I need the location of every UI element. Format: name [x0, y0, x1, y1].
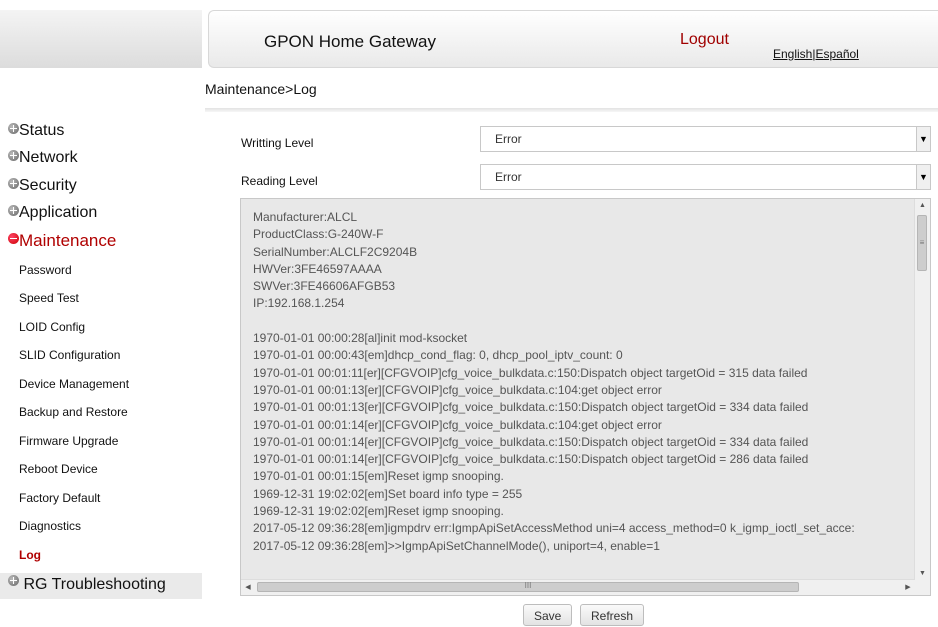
- sidebar-group-security[interactable]: Security: [8, 177, 77, 195]
- vertical-scrollbar[interactable]: ▲ ≡ ▼: [914, 199, 930, 581]
- sidebar-group-rg-troubleshooting[interactable]: RG Troubleshooting: [0, 573, 202, 599]
- scroll-up-icon[interactable]: ▲: [915, 199, 930, 213]
- app-title: GPON Home Gateway: [264, 32, 436, 51]
- log-line: 2017-05-12 09:36:28[em]>>IgmpApiSetChann…: [253, 538, 660, 553]
- log-line: HWVer:3FE46597AAAA: [253, 261, 382, 276]
- sidebar-group-label: Security: [19, 177, 77, 194]
- log-line: 1970-01-01 00:00:28[al]init mod-ksocket: [253, 331, 468, 346]
- log-line: 2017-05-12 09:36:28[em]igmpdrv err:IgmpA…: [253, 521, 855, 536]
- sidebar-item-reboot-device[interactable]: Reboot Device: [0, 455, 202, 483]
- horizontal-scrollbar[interactable]: ◀ III ▶: [241, 579, 915, 595]
- lang-espanol-link[interactable]: Español: [815, 47, 858, 61]
- log-line: 1970-01-01 00:01:13[er][CFGVOIP]cfg_voic…: [253, 400, 809, 415]
- scroll-down-icon[interactable]: ▼: [915, 567, 930, 581]
- writing-level-select[interactable]: Error ▼: [480, 126, 931, 152]
- log-line: Manufacturer:ALCL: [253, 210, 358, 224]
- sidebar-item-backup-restore[interactable]: Backup and Restore: [0, 398, 202, 426]
- horizontal-scroll-thumb[interactable]: III: [257, 582, 799, 592]
- expand-icon: [8, 575, 19, 586]
- sidebar-group-maintenance[interactable]: Maintenance: [8, 232, 116, 250]
- expand-icon: [8, 123, 19, 134]
- log-line: SWVer:3FE46606AFGB53: [253, 279, 396, 294]
- log-line: 1970-01-01 00:01:11[er][CFGVOIP]cfg_voic…: [253, 365, 808, 380]
- chevron-down-icon: ▼: [916, 127, 930, 151]
- log-line: 1970-01-01 00:01:14[er][CFGVOIP]cfg_voic…: [253, 417, 662, 432]
- sidebar-group-label: Application: [19, 204, 98, 221]
- sidebar-logo-band: [0, 10, 202, 68]
- sidebar-item-slid-configuration[interactable]: SLID Configuration: [0, 341, 202, 369]
- breadcrumb-divider: [205, 108, 938, 112]
- language-switcher: English|Español: [773, 47, 859, 61]
- scroll-right-icon[interactable]: ▶: [901, 580, 915, 595]
- log-line: 1970-01-01 00:01:15[em]Reset igmp snoopi…: [253, 469, 504, 484]
- reading-level-select[interactable]: Error ▼: [480, 164, 931, 190]
- breadcrumb: Maintenance>Log: [205, 81, 317, 97]
- save-button[interactable]: Save: [523, 604, 573, 626]
- sidebar-group-status[interactable]: Status: [8, 122, 64, 140]
- log-textarea[interactable]: Manufacturer:ALCL ProductClass:G-240W-F Se…: [240, 198, 931, 596]
- scroll-left-icon[interactable]: ◀: [241, 580, 255, 595]
- sidebar-item-speed-test[interactable]: Speed Test: [0, 284, 202, 312]
- vertical-scroll-thumb[interactable]: ≡: [917, 215, 927, 271]
- sidebar-item-password[interactable]: Password: [0, 256, 202, 284]
- log-line: 1970-01-01 00:01:14[er][CFGVOIP]cfg_voic…: [253, 434, 809, 449]
- sidebar-item-loid-config[interactable]: LOID Config: [0, 313, 202, 341]
- sidebar-group-network[interactable]: Network: [8, 149, 78, 167]
- sidebar-group-label: Network: [19, 149, 78, 166]
- log-line: 1969-12-31 19:02:02[em]Set board info ty…: [253, 486, 523, 501]
- sidebar-item-diagnostics[interactable]: Diagnostics: [0, 512, 202, 540]
- expand-icon: [8, 205, 19, 216]
- writing-level-label: Writting Level: [241, 136, 314, 150]
- sidebar-group-label: Status: [19, 122, 65, 139]
- log-line: IP:192.168.1.254: [253, 296, 345, 311]
- scrollbar-corner: [915, 580, 930, 595]
- refresh-button[interactable]: Refresh: [580, 604, 645, 626]
- sidebar-item-factory-default[interactable]: Factory Default: [0, 484, 202, 512]
- log-line: 1969-12-31 19:02:02[em]Reset igmp snoopi…: [253, 504, 504, 519]
- sidebar-item-log[interactable]: Log: [0, 541, 202, 569]
- expand-icon: [8, 178, 19, 189]
- log-line: ProductClass:G-240W-F: [253, 227, 384, 242]
- sidebar-item-firmware-upgrade[interactable]: Firmware Upgrade: [0, 427, 202, 455]
- log-line: 1970-01-01 00:01:14[er][CFGVOIP]cfg_voic…: [253, 452, 809, 467]
- collapse-icon: [8, 233, 19, 244]
- sidebar-group-label: Maintenance: [19, 231, 117, 250]
- log-line: SerialNumber:ALCLF2C9204B: [253, 244, 418, 259]
- chevron-down-icon: ▼: [916, 165, 930, 189]
- log-content: Manufacturer:ALCL ProductClass:G-240W-F Se…: [253, 209, 917, 573]
- lang-english-link[interactable]: English: [773, 47, 812, 61]
- sidebar-group-label: RG Troubleshooting: [23, 576, 166, 593]
- reading-level-label: Reading Level: [241, 174, 318, 188]
- sidebar-group-application[interactable]: Application: [8, 204, 97, 222]
- sidebar-item-device-management[interactable]: Device Management: [0, 370, 202, 398]
- header-bar: GPON Home Gateway Logout English|Español: [208, 10, 938, 68]
- log-line: 1970-01-01 00:00:43[em]dhcp_cond_flag: 0…: [253, 348, 623, 363]
- logout-link[interactable]: Logout: [680, 31, 729, 49]
- reading-level-value: Error: [495, 170, 522, 184]
- log-line: 1970-01-01 00:01:13[er][CFGVOIP]cfg_voic…: [253, 382, 662, 397]
- writing-level-value: Error: [495, 132, 522, 146]
- expand-icon: [8, 150, 19, 161]
